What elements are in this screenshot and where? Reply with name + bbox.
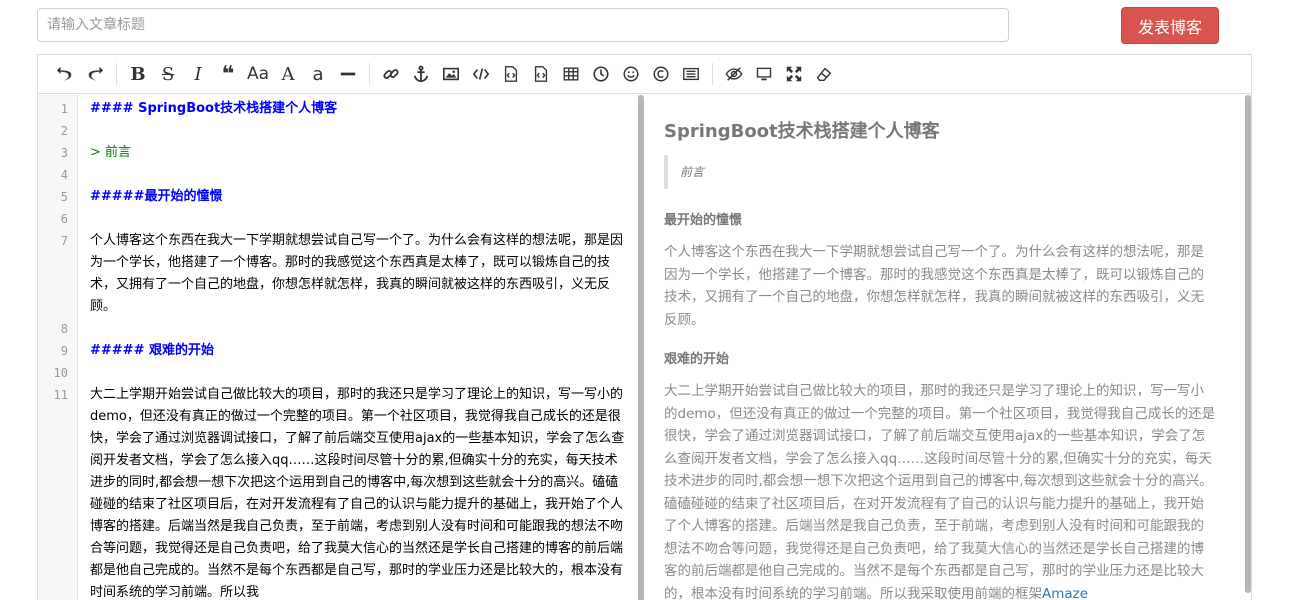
anchor-icon[interactable] [406, 59, 436, 89]
toolbar-separator [116, 63, 117, 85]
line-number: 11 [53, 388, 68, 402]
horizontal-rule-icon[interactable] [333, 59, 363, 89]
code-block-icon[interactable] [496, 59, 526, 89]
line-number: 7 [60, 234, 68, 248]
code-line-text: #### SpringBoot技术栈搭建个人博客 [90, 101, 338, 116]
table-icon[interactable] [556, 59, 586, 89]
preview-blockquote: 前言 [664, 155, 1216, 189]
font-size-large-icon[interactable]: A [273, 59, 303, 89]
source-scrollbar[interactable] [638, 95, 644, 600]
redo-icon[interactable] [80, 59, 110, 89]
bold-icon[interactable]: B [123, 59, 153, 89]
markdown-editor: B S I ❝ Aa A a 1 #### SpringBoot技术栈搭建个人博… [37, 54, 1252, 600]
watch-icon[interactable] [749, 59, 779, 89]
font-size-small-icon[interactable]: a [303, 59, 333, 89]
line-number: 6 [60, 212, 68, 226]
emoji-icon[interactable] [616, 59, 646, 89]
markdown-source-pane[interactable]: 1 #### SpringBoot技术栈搭建个人博客 2 3 > 前言 4 5 … [38, 95, 639, 600]
line-number: 2 [60, 124, 68, 138]
code-line-text: #####最开始的憧憬 [90, 189, 223, 204]
line-number: 8 [60, 322, 68, 336]
line-number: 5 [60, 190, 68, 204]
datetime-icon[interactable] [586, 59, 616, 89]
preview-heading-2: 艰难的开始 [664, 352, 730, 367]
toolbar-separator [369, 63, 370, 85]
toggle-preview-icon[interactable] [719, 59, 749, 89]
code-line-text: 个人博客这个东西在我大一下学期就想尝试自己写一个了。为什么会有这样的想法呢，那是… [90, 233, 624, 314]
preview-scrollbar[interactable] [1245, 95, 1251, 593]
toolbar-separator [712, 63, 713, 85]
undo-icon[interactable] [50, 59, 80, 89]
publish-blog-button[interactable]: 发表博客 [1121, 7, 1219, 44]
fullscreen-icon[interactable] [779, 59, 809, 89]
line-number: 3 [60, 146, 68, 160]
quote-icon[interactable]: ❝ [213, 59, 243, 89]
line-number: 4 [60, 168, 68, 182]
pagebreak-icon[interactable] [676, 59, 706, 89]
uppercase-icon[interactable]: Aa [243, 59, 273, 89]
italic-icon[interactable]: I [183, 59, 213, 89]
code-icon[interactable] [466, 59, 496, 89]
code-line-text: 大二上学期开始尝试自己做比较大的项目，那时的我还只是学习了理论上的知识，写一写小… [90, 387, 625, 600]
article-title-input[interactable] [37, 8, 1009, 42]
preview-heading-1: 最开始的憧憬 [664, 213, 743, 228]
line-number: 1 [60, 102, 68, 116]
preformatted-icon[interactable] [526, 59, 556, 89]
strikethrough-icon[interactable]: S [153, 59, 183, 89]
clear-icon[interactable] [809, 59, 839, 89]
link-icon[interactable] [376, 59, 406, 89]
html-entities-icon[interactable] [646, 59, 676, 89]
code-line-text: ##### 艰难的开始 [90, 343, 214, 358]
preview-paragraph-1: 个人博客这个东西在我大一下学期就想尝试自己写一个了。为什么会有这样的想法呢，那是… [664, 244, 1204, 328]
line-number: 9 [60, 344, 68, 358]
markdown-preview-pane: SpringBoot技术栈搭建个人博客 前言 最开始的憧憬 个人博客这个东西在我… [646, 95, 1244, 600]
code-line-text: > 前言 [90, 145, 132, 160]
preview-paragraph-2: 大二上学期开始尝试自己做比较大的项目，那时的我还只是学习了理论上的知识，写一写小… [664, 380, 1216, 600]
preview-title: SpringBoot技术栈搭建个人博客 [664, 121, 940, 142]
preview-paragraph-2-text: 大二上学期开始尝试自己做比较大的项目，那时的我还只是学习了理论上的知识，写一写小… [664, 383, 1216, 600]
image-icon[interactable] [436, 59, 466, 89]
line-number: 10 [53, 366, 68, 380]
preview-link[interactable]: Amaze [1042, 586, 1088, 600]
editor-toolbar: B S I ❝ Aa A a [38, 55, 1251, 94]
